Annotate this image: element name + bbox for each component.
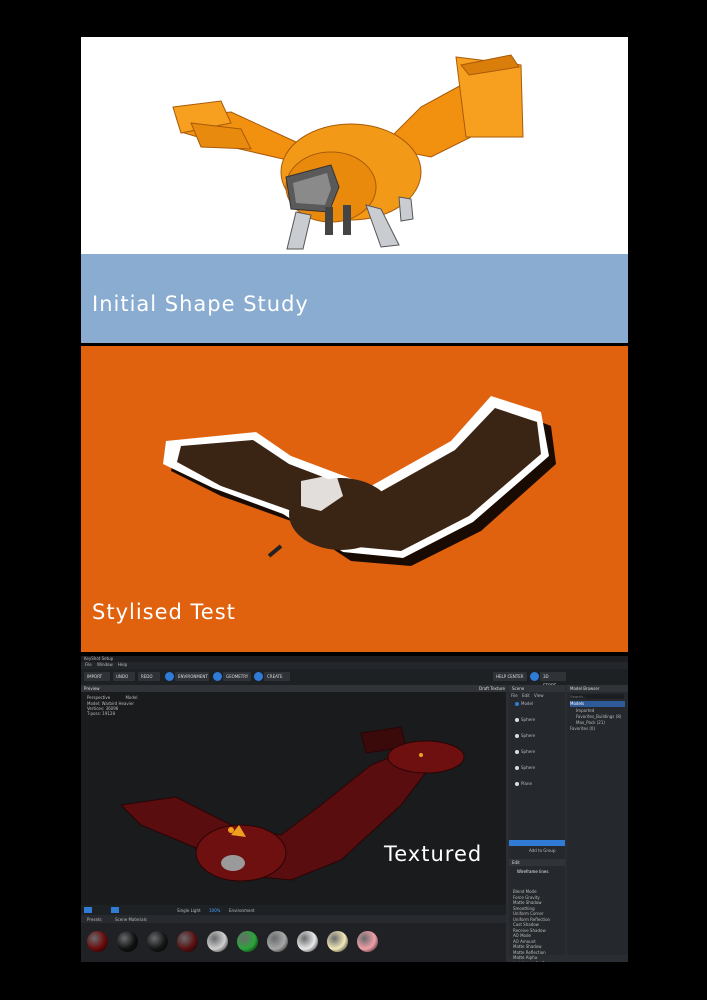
- panel-caption: Textured: [384, 842, 483, 866]
- add-icon[interactable]: [111, 907, 119, 913]
- lighting-label: Single Light: [177, 908, 201, 913]
- scene-tab-edit[interactable]: Edit: [522, 693, 530, 698]
- model-browser-header: Model Browser: [567, 685, 628, 692]
- scene-tab-file[interactable]: File: [511, 693, 518, 698]
- tree-item-models[interactable]: Models: [570, 701, 625, 707]
- scene-item[interactable]: Sphere: [511, 733, 563, 739]
- panel-initial-shape-study: Initial Shape Study: [81, 37, 628, 343]
- property-list: Blend Mode Force Gravity Matte Shadow Smoot…: [513, 889, 552, 962]
- model-browser-panel: Model Browser Models Imported Favorites_…: [567, 685, 628, 955]
- environment-icon: [165, 672, 174, 681]
- panel-stylised-test: Stylised Test: [81, 346, 628, 652]
- create-button[interactable]: CREATE: [264, 672, 290, 681]
- menu-file[interactable]: File: [85, 662, 92, 667]
- redo-button[interactable]: REDO: [138, 672, 160, 681]
- render-viewport[interactable]: Preview Draft Texture Perspective Model …: [81, 685, 506, 905]
- edit-header: Edit: [509, 859, 565, 866]
- material-swatch[interactable]: [357, 931, 378, 952]
- tree-item[interactable]: Max_Pack (21): [576, 720, 605, 725]
- environment-label: Environment: [229, 908, 255, 913]
- material-swatch[interactable]: [267, 931, 288, 952]
- environment-button[interactable]: ENVIRONMENT: [175, 672, 209, 681]
- store-icon: [530, 672, 539, 681]
- scene-item[interactable]: Sphere: [511, 749, 563, 755]
- viewport-bottom-toolbar: Single Light 100% Environment: [81, 905, 506, 915]
- ship-render-textured: [119, 726, 465, 882]
- scene-item[interactable]: Sphere: [511, 765, 563, 771]
- model-icon: [515, 702, 519, 706]
- material-swatch[interactable]: [327, 931, 348, 952]
- geometry-button[interactable]: GEOMETRY: [223, 672, 251, 681]
- scene-tab-view[interactable]: View: [534, 693, 544, 698]
- menu-bar: File Window Help: [81, 662, 628, 669]
- sphere-icon: [515, 718, 519, 722]
- scene-item[interactable]: Sphere: [511, 717, 563, 723]
- property-row[interactable]: Invisible in 3d Data: [513, 961, 552, 963]
- tab-presets[interactable]: Presets: [87, 917, 102, 922]
- material-swatch[interactable]: [177, 931, 198, 952]
- store-button[interactable]: 3D STORE: [540, 672, 566, 688]
- sphere-icon: [515, 750, 519, 754]
- tab-scene-materials[interactable]: Scene Materials: [115, 917, 147, 922]
- help-center-button[interactable]: HELP CENTER: [493, 672, 527, 681]
- panel-caption: Stylised Test: [92, 600, 236, 624]
- menu-window[interactable]: Window: [97, 662, 113, 667]
- create-icon: [254, 672, 263, 681]
- scene-item[interactable]: Plane: [511, 781, 563, 787]
- material-swatch[interactable]: [117, 931, 138, 952]
- material-swatch[interactable]: [87, 931, 108, 952]
- tree-item[interactable]: Imported: [576, 708, 594, 713]
- material-swatches: [81, 923, 506, 962]
- scene-tabs: File Edit View: [511, 693, 544, 698]
- camera-icon[interactable]: [84, 907, 92, 913]
- material-swatch[interactable]: [147, 931, 168, 952]
- plane-icon: [515, 782, 519, 786]
- lighting-value[interactable]: 100%: [209, 908, 220, 913]
- tree-item[interactable]: Favorites (0): [570, 726, 595, 731]
- sphere-icon: [515, 734, 519, 738]
- tree-item[interactable]: Favorites_Buildings (8): [576, 714, 621, 719]
- material-swatch[interactable]: [297, 931, 318, 952]
- wireframe-section: Wireframe lines: [517, 869, 549, 874]
- main-toolbar: IMPORT UNDO REDO ENVIRONMENT GEOMETRY CR…: [81, 669, 628, 688]
- material-swatch[interactable]: [237, 931, 258, 952]
- window-title: KeyShot Setup: [84, 656, 114, 661]
- scene-item[interactable]: Model: [511, 701, 563, 707]
- add-to-group-button[interactable]: Add to Group: [529, 848, 555, 853]
- geometry-icon: [213, 672, 222, 681]
- scene-header: Scene: [509, 685, 565, 692]
- undo-button[interactable]: UNDO: [113, 672, 135, 681]
- sphere-icon: [515, 766, 519, 770]
- library-tabs: Presets Scene Materials: [81, 915, 506, 923]
- panel-caption: Initial Shape Study: [92, 292, 309, 316]
- import-button[interactable]: IMPORT: [84, 672, 110, 681]
- menu-help[interactable]: Help: [118, 662, 127, 667]
- scene-panel: Scene File Edit View Model Sphere Sphere…: [509, 685, 565, 962]
- panel-textured-keyshot: KeyShot Setup File Window Help IMPORT UN…: [81, 656, 628, 962]
- material-swatch[interactable]: [207, 931, 228, 952]
- selection-bar: [509, 840, 565, 846]
- model-search-input[interactable]: [570, 694, 624, 699]
